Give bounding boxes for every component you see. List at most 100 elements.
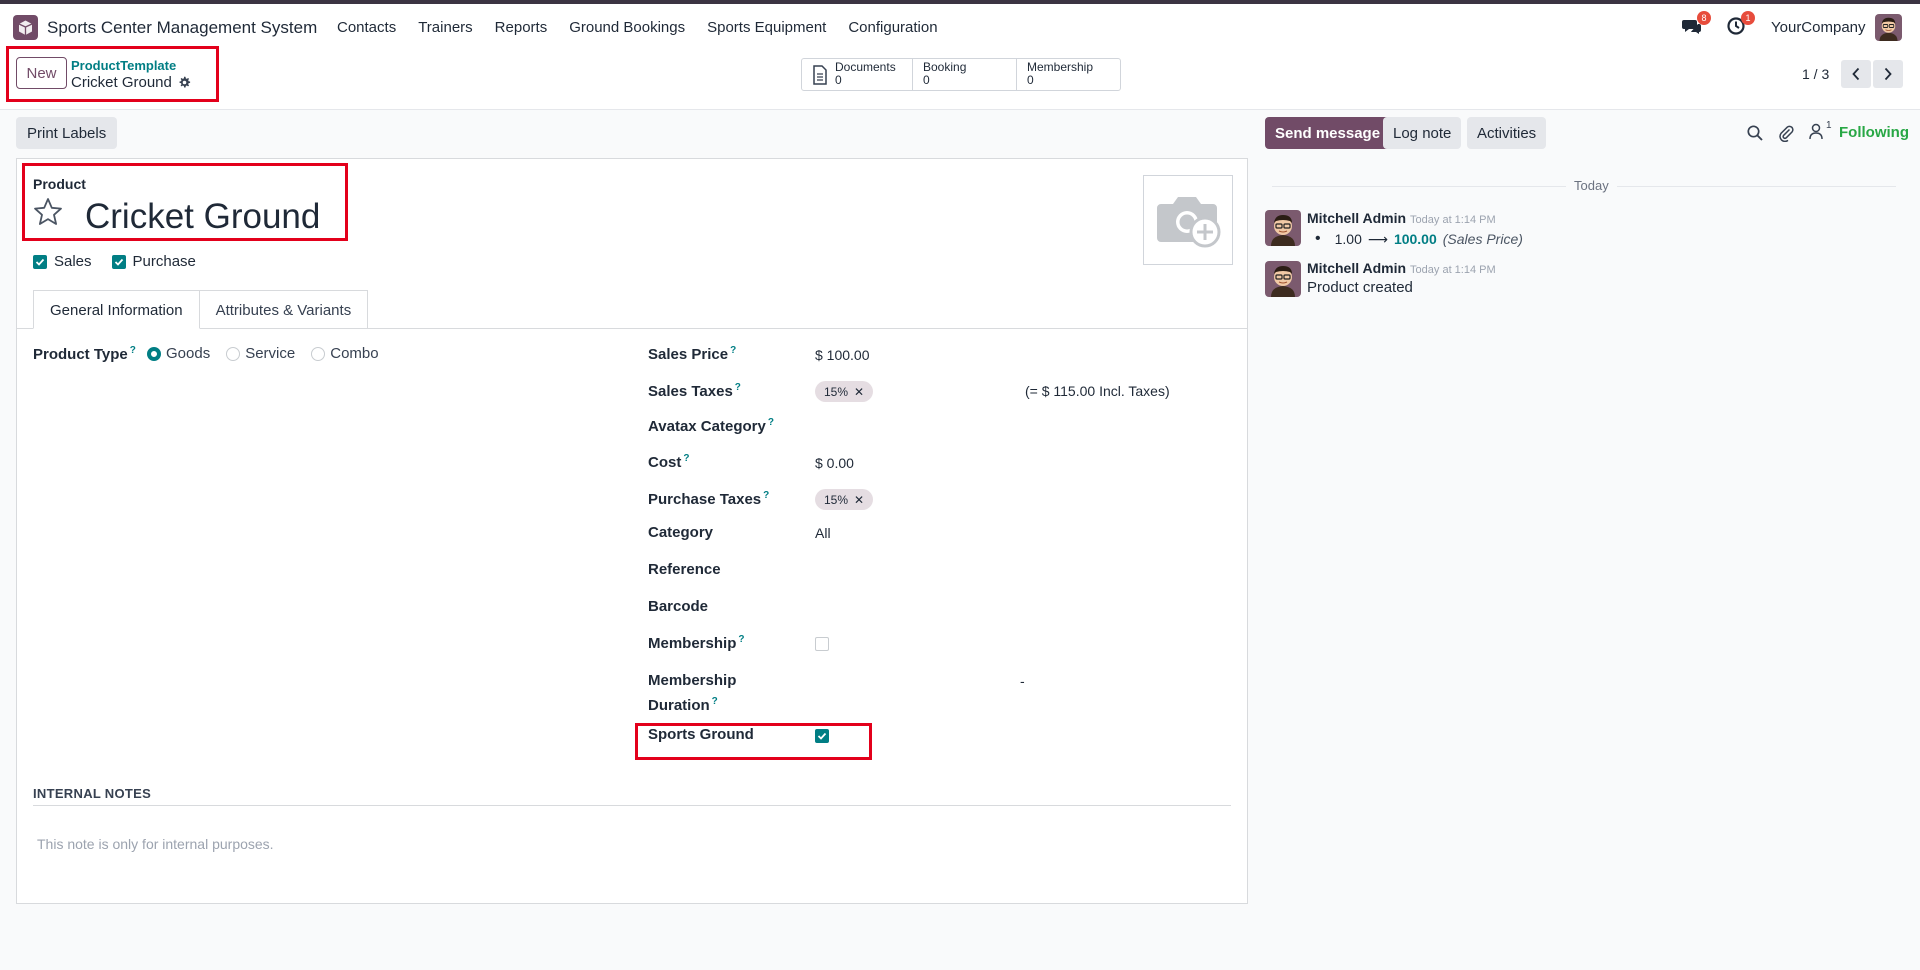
menu-ground-bookings[interactable]: Ground Bookings bbox=[569, 19, 685, 36]
gear-icon[interactable] bbox=[178, 76, 191, 89]
user-avatar-icon bbox=[1265, 210, 1301, 246]
breadcrumb-parent[interactable]: ProductTemplate bbox=[71, 58, 176, 73]
cost-field[interactable]: $ 0.00 bbox=[815, 455, 854, 471]
help-icon: ? bbox=[711, 696, 718, 707]
chevron-left-icon bbox=[1852, 67, 1860, 81]
tracking-value-change: • 1.00 ⟶ 100.00 (Sales Price) bbox=[1315, 230, 1523, 248]
membership-duration-field[interactable]: - bbox=[1020, 673, 1025, 689]
booking-label: Booking bbox=[923, 60, 967, 74]
radio-goods[interactable] bbox=[147, 346, 161, 361]
message-time: Today at 1:14 PM bbox=[1410, 264, 1496, 276]
sports-ground-checkbox[interactable] bbox=[815, 729, 829, 743]
membership-smart-button[interactable]: Membership 0 bbox=[1017, 59, 1120, 90]
membership-duration-label: Membership Duration? bbox=[648, 672, 737, 714]
document-icon bbox=[813, 65, 827, 85]
add-photo-icon bbox=[1157, 197, 1221, 248]
search-icon[interactable] bbox=[1746, 124, 1764, 142]
purchase-checkbox[interactable] bbox=[111, 254, 126, 269]
print-labels-button[interactable]: Print Labels bbox=[16, 117, 118, 149]
sale-purchase-options: Sales Purchase bbox=[33, 253, 196, 270]
membership-label: Membership bbox=[1027, 60, 1094, 74]
paperclip-icon[interactable] bbox=[1777, 124, 1795, 142]
tab-general-information[interactable]: General Information bbox=[33, 290, 200, 329]
menu-reports[interactable]: Reports bbox=[495, 19, 548, 36]
product-title[interactable]: Cricket Ground bbox=[85, 197, 320, 237]
category-label: Category bbox=[648, 524, 714, 541]
sales-price-field[interactable]: $ 100.00 bbox=[815, 347, 870, 363]
activities-button[interactable]: 1 bbox=[1726, 11, 1755, 38]
pager-value[interactable]: 1 / 3 bbox=[1802, 66, 1829, 82]
activities-button-chatter[interactable]: Activities bbox=[1467, 117, 1547, 149]
cost-label: Cost? bbox=[648, 453, 690, 471]
product-type-label: Product Type? bbox=[33, 345, 136, 363]
sales-checkbox-label: Sales bbox=[54, 253, 92, 270]
menu-sports-equipment[interactable]: Sports Equipment bbox=[707, 19, 826, 36]
user-avatar[interactable] bbox=[1875, 14, 1902, 41]
today-label: Today bbox=[1566, 178, 1617, 193]
purchase-taxes-label: Purchase Taxes? bbox=[648, 490, 770, 508]
star-icon[interactable] bbox=[33, 197, 63, 227]
menu-configuration[interactable]: Configuration bbox=[848, 19, 937, 36]
help-icon: ? bbox=[683, 453, 690, 464]
message-author[interactable]: Mitchell Admin Today at 1:14 PM bbox=[1307, 260, 1496, 276]
message-avatar[interactable] bbox=[1265, 210, 1301, 246]
help-icon: ? bbox=[734, 382, 741, 393]
following-button[interactable]: Following bbox=[1839, 124, 1909, 141]
form-tabs: General Information Attributes & Variant… bbox=[33, 290, 369, 329]
message-author[interactable]: Mitchell Admin Today at 1:14 PM bbox=[1307, 210, 1496, 226]
remove-tag-icon[interactable]: ✕ bbox=[854, 493, 864, 507]
sales-taxes-field[interactable]: 15% ✕ bbox=[815, 381, 874, 402]
membership-checkbox[interactable] bbox=[815, 637, 829, 651]
pager-next-button[interactable] bbox=[1873, 60, 1903, 88]
sales-tax-included: (= $ 115.00 Incl. Taxes) bbox=[1025, 383, 1170, 399]
message-body: Product created bbox=[1307, 279, 1413, 296]
avatax-category-label: Avatax Category? bbox=[648, 417, 774, 435]
radio-combo[interactable] bbox=[311, 346, 326, 361]
tab-attributes-variants[interactable]: Attributes & Variants bbox=[199, 290, 369, 329]
product-image-upload[interactable] bbox=[1143, 175, 1233, 265]
menu-contacts[interactable]: Contacts bbox=[337, 19, 396, 36]
message-avatar[interactable] bbox=[1265, 261, 1301, 297]
documents-count: 0 bbox=[835, 73, 842, 87]
messages-button[interactable]: 8 bbox=[1682, 11, 1711, 38]
navbar: Sports Center Management System Contacts… bbox=[0, 4, 1920, 50]
send-message-button[interactable]: Send message bbox=[1265, 117, 1391, 149]
radio-service[interactable] bbox=[226, 346, 241, 361]
user-avatar-icon bbox=[1875, 14, 1902, 41]
internal-notes-divider bbox=[33, 805, 1231, 806]
booking-count: 0 bbox=[923, 73, 930, 87]
help-icon: ? bbox=[730, 345, 737, 356]
purchase-checkbox-label: Purchase bbox=[132, 253, 196, 270]
form-sheet: Product Cricket Ground Sales Purchase Ge… bbox=[16, 158, 1248, 904]
reference-label: Reference bbox=[648, 561, 721, 578]
menu-trainers[interactable]: Trainers bbox=[418, 19, 472, 36]
help-icon: ? bbox=[767, 417, 774, 428]
messages-badge: 8 bbox=[1697, 11, 1711, 25]
sales-price-label: Sales Price? bbox=[648, 345, 737, 363]
internal-notes-input[interactable]: This note is only for internal purposes. bbox=[37, 836, 274, 852]
membership-count: 0 bbox=[1027, 73, 1034, 87]
app-logo-icon[interactable] bbox=[13, 15, 38, 40]
company-switcher[interactable]: YourCompany bbox=[1771, 19, 1866, 36]
sports-ground-label: Sports Ground bbox=[648, 726, 754, 743]
followers-count: 1 bbox=[1826, 120, 1832, 131]
sales-checkbox[interactable] bbox=[33, 254, 47, 269]
documents-smart-button[interactable]: Documents 0 bbox=[802, 59, 913, 90]
purchase-taxes-field[interactable]: 15% ✕ bbox=[815, 489, 874, 510]
smart-buttons: Documents 0 Booking 0 Membership 0 bbox=[801, 58, 1121, 91]
remove-tag-icon[interactable]: ✕ bbox=[854, 385, 864, 399]
pager-previous-button[interactable] bbox=[1841, 60, 1871, 88]
app-name[interactable]: Sports Center Management System bbox=[47, 18, 317, 38]
category-field[interactable]: All bbox=[815, 525, 831, 541]
log-note-button[interactable]: Log note bbox=[1383, 117, 1462, 149]
followers-button[interactable]: 1 bbox=[1808, 120, 1832, 140]
tracked-field-name: (Sales Price) bbox=[1442, 231, 1523, 247]
arrow-right-icon: ⟶ bbox=[1367, 230, 1388, 247]
purchase-tax-tag: 15% ✕ bbox=[815, 489, 874, 510]
new-button[interactable]: New bbox=[16, 57, 67, 89]
documents-label: Documents bbox=[835, 60, 896, 74]
new-value: 100.00 bbox=[1393, 231, 1437, 247]
booking-smart-button[interactable]: Booking 0 bbox=[913, 59, 1017, 90]
radio-goods-label: Goods bbox=[166, 345, 211, 362]
product-type-radio-group: Goods Service Combo bbox=[147, 345, 379, 362]
